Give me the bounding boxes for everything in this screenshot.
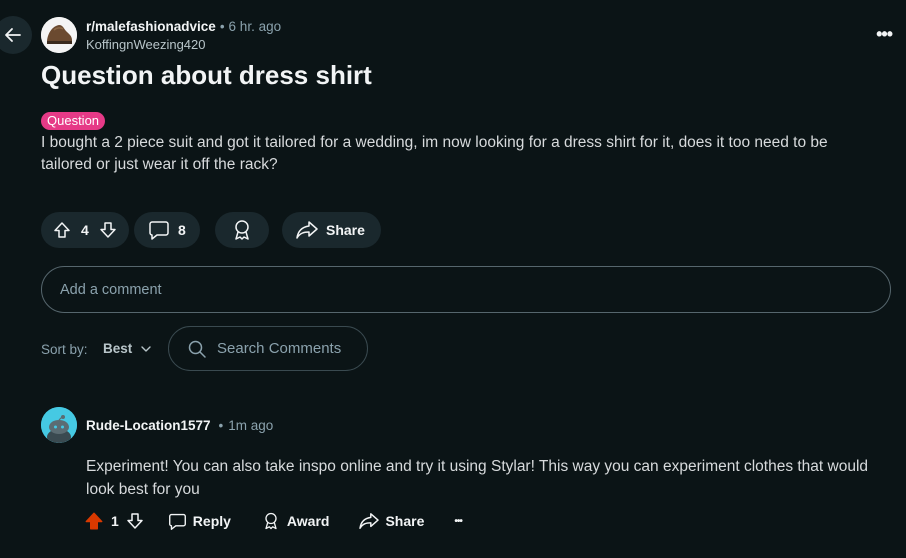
- comment-body: Experiment! You can also take inspo onli…: [86, 458, 869, 498]
- subreddit-link[interactable]: r/malefashionadvice: [86, 19, 216, 34]
- post-author[interactable]: KoffingnWeezing420: [86, 37, 206, 52]
- post-time: 6 hr. ago: [228, 19, 282, 34]
- post-more-button[interactable]: •••: [876, 24, 893, 45]
- award-label: Award: [286, 513, 330, 529]
- comment-meta-separator: •: [218, 418, 224, 433]
- more-icon: •••: [876, 24, 893, 44]
- comment-actions: 1 Reply Award Share •••: [84, 511, 463, 531]
- sort-label: Sort by:: [41, 342, 88, 357]
- comment-vote: 1: [84, 511, 144, 531]
- comment-time: 1m ago: [228, 418, 274, 433]
- search-comments-input[interactable]: Search Comments: [168, 326, 368, 371]
- post-meta: r/malefashionadvice • 6 hr. ago: [86, 19, 281, 34]
- more-icon: •••: [454, 515, 462, 527]
- comment-count: 8: [178, 222, 186, 238]
- post-flair[interactable]: Question: [41, 112, 106, 130]
- share-button[interactable]: Share: [282, 212, 381, 248]
- reply-label: Reply: [192, 513, 231, 529]
- back-button[interactable]: [0, 16, 32, 54]
- chevron-down-icon: [141, 345, 151, 352]
- commenter-avatar[interactable]: [41, 407, 77, 443]
- award-icon: [265, 512, 277, 530]
- post-title: Question about dress shirt: [41, 60, 372, 90]
- share-icon: [296, 221, 318, 239]
- search-placeholder: Search Comments: [217, 340, 342, 357]
- comment-award-button[interactable]: Award: [261, 511, 330, 531]
- comment-share-button[interactable]: Share: [359, 512, 424, 530]
- search-icon: [188, 340, 206, 358]
- comment-icon: [149, 221, 169, 240]
- post-vote-count: 4: [81, 222, 89, 238]
- share-icon: [359, 513, 380, 529]
- comment-more-button[interactable]: •••: [454, 516, 462, 527]
- reply-button[interactable]: Reply: [168, 512, 231, 531]
- award-button[interactable]: [215, 212, 269, 248]
- comment-placeholder: Add a comment: [60, 281, 162, 298]
- comment-share-label: Share: [385, 513, 425, 529]
- comment-icon: [168, 513, 186, 530]
- comment-vote-count: 1: [111, 513, 119, 529]
- back-arrow-icon: [5, 28, 21, 42]
- vote-pill: 4: [41, 212, 129, 248]
- sort-dropdown[interactable]: Best: [103, 341, 152, 356]
- comments-button[interactable]: 8: [134, 212, 200, 248]
- meta-separator: •: [219, 19, 225, 34]
- award-icon: [235, 220, 249, 240]
- comment-meta: Rude-Location1577 • 1m ago: [86, 418, 273, 433]
- upvote-icon[interactable]: [84, 511, 104, 531]
- add-comment-input[interactable]: Add a comment: [41, 266, 891, 313]
- downvote-icon[interactable]: [126, 512, 144, 530]
- upvote-icon[interactable]: [53, 221, 71, 239]
- comment-author[interactable]: Rude-Location1577: [86, 418, 211, 433]
- share-label: Share: [326, 222, 365, 238]
- downvote-icon[interactable]: [99, 221, 117, 239]
- sort-value: Best: [103, 341, 133, 356]
- post-body: I bought a 2 piece suit and got it tailo…: [41, 134, 828, 173]
- subreddit-avatar[interactable]: [41, 17, 77, 53]
